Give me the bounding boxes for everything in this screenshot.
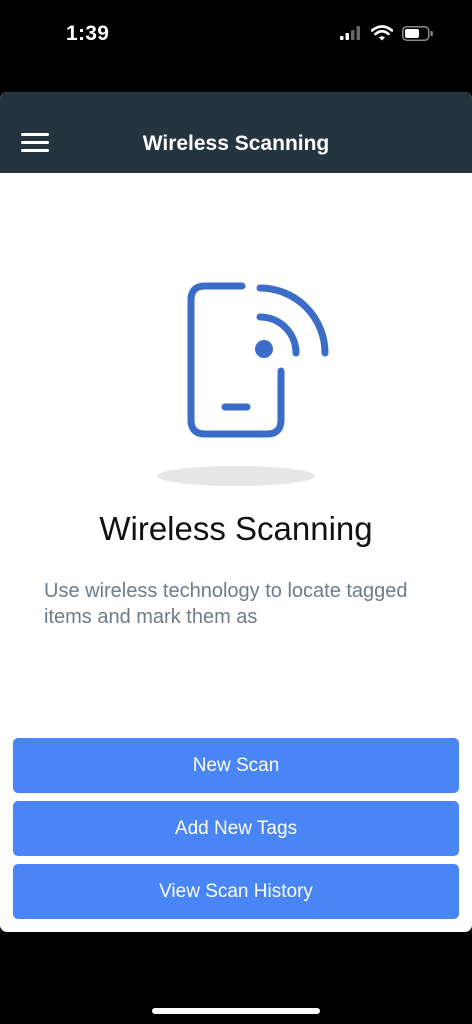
status-time: 1:39 [66, 22, 110, 45]
add-new-tags-button[interactable]: Add New Tags [13, 801, 459, 856]
status-bar: 1:39 [0, 0, 472, 70]
wireless-phone-icon [187, 282, 329, 438]
app-screen: Wireless Scanning Wireless Scanning Use … [0, 92, 472, 932]
description-text: Use wireless technology to locate tagged… [44, 580, 408, 628]
page-title: Wireless Scanning [99, 510, 373, 547]
header-title: Wireless Scanning [142, 132, 330, 155]
wifi-icon [371, 25, 393, 41]
hero-shadow [157, 466, 315, 486]
status-icons [340, 25, 434, 41]
cellular-signal-icon [340, 26, 360, 40]
battery-icon [402, 25, 433, 41]
app-header: Wireless Scanning [0, 92, 472, 173]
home-indicator[interactable] [152, 1008, 320, 1014]
new-scan-button[interactable]: New Scan [13, 738, 459, 793]
view-scan-history-button[interactable]: View Scan History [13, 864, 459, 919]
